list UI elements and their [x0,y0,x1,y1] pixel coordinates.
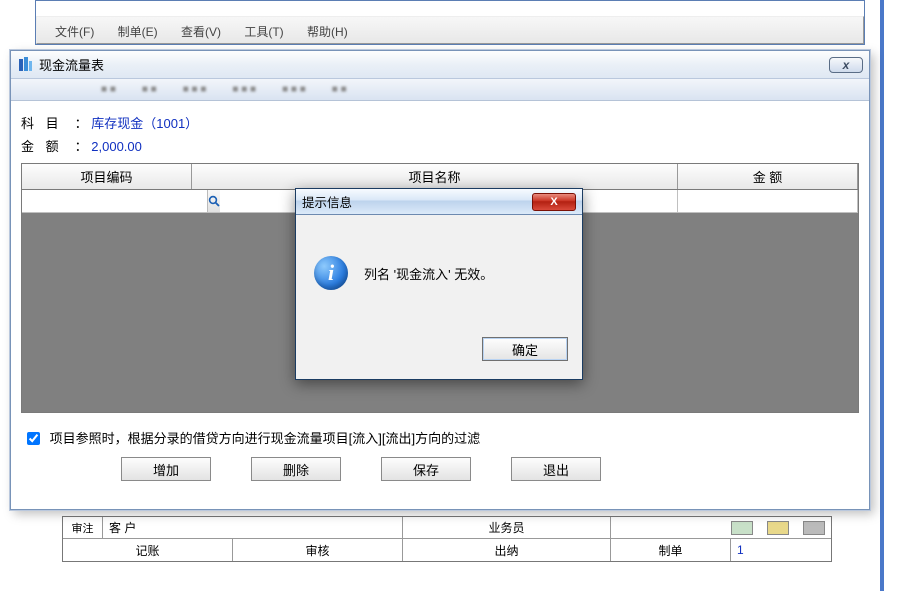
cashflow-titlebar[interactable]: 现金流量表 x [11,51,869,79]
customer-label: 客 户 [103,517,403,538]
alert-message: 列名 '现金流入' 无效。 [364,264,493,283]
exit-button[interactable]: 退出 [511,457,601,481]
alert-titlebar[interactable]: 提示信息 X [296,189,582,215]
cashflow-title: 现金流量表 [39,55,829,74]
table-header: 项目编码 项目名称 金 额 [22,164,858,190]
alert-close-button[interactable]: X [532,193,576,211]
amount-label: 金 额 [21,136,71,155]
post-label: 记账 [63,539,233,561]
voucher-footer: 审注 客 户 业务员 记账 审核 出纳 制单 1 [62,516,832,562]
app-icon [17,57,33,73]
col-name[interactable]: 项目名称 [192,164,678,189]
maker-label: 制单 [611,539,731,561]
parent-menubar: 文件(F) 制单(E) 查看(V) 工具(T) 帮助(H) [36,16,864,44]
filter-checkbox-label: 项目参照时，根据分录的借贷方向进行现金流量项目[流入][流出]方向的过滤 [50,431,480,446]
del-button[interactable]: 删除 [251,457,341,481]
save-button[interactable]: 保存 [381,457,471,481]
close-button[interactable]: x [829,57,863,73]
code-input[interactable] [22,190,207,212]
alert-dialog: 提示信息 X i 列名 '现金流入' 无效。 确定 [295,188,583,380]
toolbar: ■ ■■ ■■ ■ ■ ■ ■ ■■ ■ ■■ ■ [11,79,869,101]
audit-label: 审核 [233,539,403,561]
amount-value: 2,000.00 [91,139,142,154]
info-icon: i [314,256,348,290]
clerk-label: 业务员 [403,517,611,538]
footer-icons [611,517,831,538]
colon: ： [75,116,88,131]
menu-view[interactable]: 查看(V) [171,17,231,46]
footer-icon-1[interactable] [731,521,753,535]
cashier-label: 出纳 [403,539,611,561]
filter-checkbox-row: 项目参照时，根据分录的借贷方向进行现金流量项目[流入][流出]方向的过滤 [23,427,857,447]
menu-file[interactable]: 文件(F) [45,17,104,46]
action-buttons: 增加 删除 保存 退出 [21,457,859,481]
colon: ： [75,139,88,154]
maker-value: 1 [731,539,831,561]
parent-right-border [880,0,884,591]
subject-value[interactable]: 库存现金（1001） [91,116,198,131]
footer-icon-2[interactable] [767,521,789,535]
menu-tool[interactable]: 工具(T) [234,17,293,46]
add-button[interactable]: 增加 [121,457,211,481]
subject-label: 科 目 [21,113,71,132]
col-amount[interactable]: 金 额 [678,164,858,189]
amount-cell[interactable] [678,190,858,212]
menu-make[interactable]: 制单(E) [108,17,168,46]
col-code[interactable]: 项目编码 [22,164,192,189]
note-label: 审注 [63,517,103,538]
menu-help[interactable]: 帮助(H) [297,17,358,46]
filter-checkbox[interactable] [27,432,40,445]
alert-title: 提示信息 [302,192,352,211]
alert-ok-button[interactable]: 确定 [482,337,568,361]
footer-icon-3[interactable] [803,521,825,535]
